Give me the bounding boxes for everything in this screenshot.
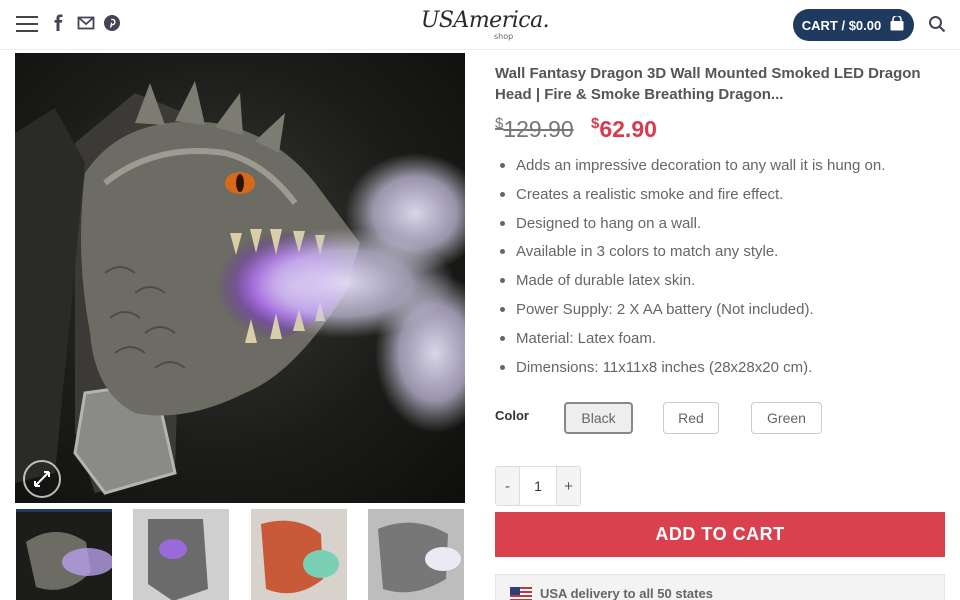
cart-label: CART / $0.00 bbox=[801, 17, 882, 33]
quantity-plus-button[interactable]: + bbox=[557, 467, 580, 505]
logo-text: USAmerica. bbox=[420, 8, 550, 33]
feature-item: Adds an impressive decoration to any wal… bbox=[497, 155, 947, 184]
feature-item: Made of durable latex skin. bbox=[497, 270, 947, 299]
quantity-input[interactable]: 1 bbox=[519, 467, 557, 505]
dragon-head-image bbox=[15, 81, 465, 495]
email-icon[interactable] bbox=[77, 14, 95, 32]
site-logo[interactable]: USAmerica. shop bbox=[420, 8, 550, 42]
feature-item: Available in 3 colors to match any style… bbox=[497, 241, 947, 270]
color-swatch-green[interactable]: Green bbox=[751, 402, 822, 434]
delivery-text: USA delivery to all 50 states bbox=[540, 586, 713, 600]
search-icon[interactable] bbox=[928, 15, 946, 33]
feature-list: Adds an impressive decoration to any wal… bbox=[497, 155, 947, 385]
feature-item: Designed to hang on a wall. bbox=[497, 213, 947, 242]
zoom-icon[interactable] bbox=[23, 460, 61, 498]
thumbnail-1[interactable] bbox=[16, 509, 112, 600]
cart-icon bbox=[889, 14, 905, 34]
color-label: Color bbox=[495, 408, 529, 423]
add-to-cart-button[interactable]: ADD TO CART bbox=[495, 512, 945, 557]
feature-item: Creates a realistic smoke and fire effec… bbox=[497, 184, 947, 213]
delivery-notice: USA delivery to all 50 states bbox=[495, 574, 945, 600]
original-price: $129.90 bbox=[495, 115, 574, 142]
us-flag-icon bbox=[510, 587, 532, 600]
quantity-minus-button[interactable]: - bbox=[496, 467, 519, 505]
logo-sub-text: shop bbox=[494, 32, 514, 41]
thumbnail-4[interactable] bbox=[368, 509, 464, 600]
facebook-icon[interactable] bbox=[50, 14, 68, 32]
site-header: USAmerica. shop CART / $0.00 bbox=[0, 0, 960, 50]
menu-icon[interactable] bbox=[16, 16, 38, 34]
quantity-stepper: - 1 + bbox=[495, 466, 581, 506]
sale-price: $62.90 bbox=[591, 115, 657, 142]
feature-item: Dimensions: 11x11x8 inches (28x28x20 cm)… bbox=[497, 357, 947, 386]
color-swatch-black[interactable]: Black bbox=[564, 402, 633, 434]
cart-button[interactable]: CART / $0.00 bbox=[793, 9, 914, 41]
product-main-image[interactable] bbox=[15, 53, 465, 503]
pinterest-icon[interactable] bbox=[103, 14, 121, 32]
thumbnail-3[interactable] bbox=[251, 509, 347, 600]
thumbnail-2[interactable] bbox=[133, 509, 229, 600]
feature-item: Power Supply: 2 X AA battery (Not includ… bbox=[497, 299, 947, 328]
product-title: Wall Fantasy Dragon 3D Wall Mounted Smok… bbox=[495, 65, 921, 103]
feature-item: Material: Latex foam. bbox=[497, 328, 947, 357]
color-swatch-red[interactable]: Red bbox=[663, 402, 719, 434]
